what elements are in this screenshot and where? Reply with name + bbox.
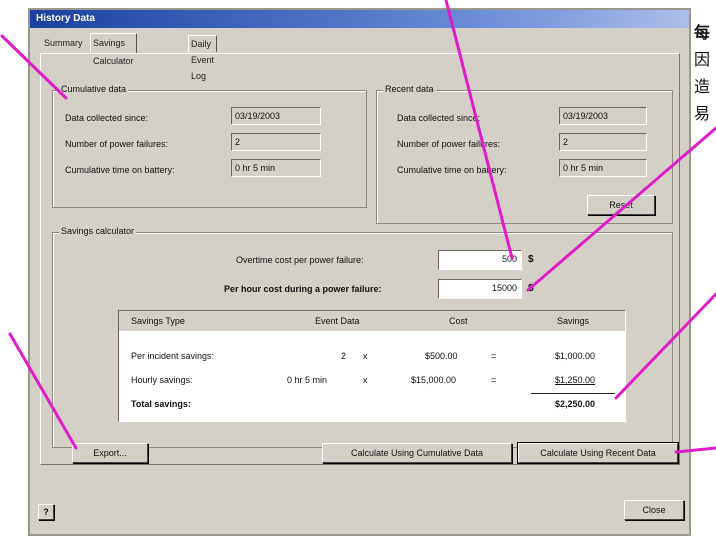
callout-line-savings	[614, 292, 716, 400]
callout-line-overtime	[444, 0, 514, 260]
callout-line-recent	[674, 446, 716, 454]
callout-lines	[0, 0, 716, 454]
callout-line-export	[8, 332, 78, 450]
callout-line-cumulative	[0, 34, 68, 100]
callout-line-perhour	[526, 126, 716, 292]
